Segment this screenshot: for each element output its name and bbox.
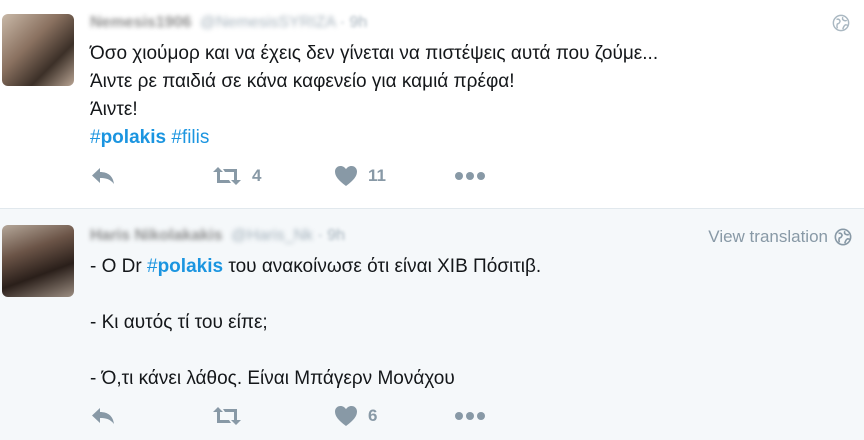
globe-icon bbox=[834, 228, 852, 246]
tweet-text: Όσο χιούμορ και να έχεις δεν γίνεται να … bbox=[90, 40, 658, 152]
username[interactable]: @Haris_Nk bbox=[231, 227, 313, 244]
retweet-button[interactable]: 4 bbox=[212, 166, 334, 186]
reply-button[interactable] bbox=[90, 406, 212, 426]
heart-icon bbox=[335, 406, 357, 426]
separator-dot: · bbox=[317, 227, 323, 244]
reply-button[interactable] bbox=[90, 166, 212, 186]
view-translation-label: View translation bbox=[708, 227, 828, 246]
like-count: 6 bbox=[368, 406, 378, 425]
retweet-button[interactable] bbox=[212, 406, 334, 426]
more-button[interactable] bbox=[454, 411, 486, 421]
avatar[interactable] bbox=[2, 14, 74, 86]
retweet-count: 4 bbox=[252, 166, 262, 185]
like-button[interactable]: 6 bbox=[334, 405, 454, 427]
avatar[interactable] bbox=[2, 225, 74, 297]
retweet-icon bbox=[213, 407, 241, 425]
tweet-actions: 6 bbox=[90, 405, 486, 427]
timestamp[interactable]: 9h bbox=[327, 227, 345, 244]
like-button[interactable]: 11 bbox=[334, 165, 454, 187]
reply-icon bbox=[92, 168, 114, 184]
tweet-actions: 4 11 bbox=[90, 165, 486, 187]
tweet-text-line: Άιντε! bbox=[90, 99, 138, 120]
hashtag-link[interactable]: #filis bbox=[171, 127, 209, 148]
fullname[interactable]: Haris Nikolakakis bbox=[90, 227, 223, 244]
tweet-text-line: Άιντε ρε παιδιά σε κάνα καφενείο για καμ… bbox=[90, 71, 515, 92]
separator-dot: · bbox=[339, 14, 346, 31]
globe-icon bbox=[832, 14, 850, 32]
more-button[interactable] bbox=[454, 171, 486, 181]
more-dots-icon bbox=[455, 412, 485, 420]
tweet[interactable]: Nemesis1906 @NemesisSYRIZA · 9h Όσο χιού… bbox=[0, 0, 864, 208]
fullname[interactable]: Nemesis1906 bbox=[90, 14, 191, 31]
tweet-text-line: Όσο χιούμορ και να έχεις δεν γίνεται να … bbox=[90, 43, 659, 64]
retweet-icon bbox=[213, 167, 241, 185]
view-translation-link[interactable]: View translation bbox=[708, 227, 852, 247]
tweet-text-line: - Ό,τι κάνει λάθος. Είναι Μπάγερν Μονάχο… bbox=[90, 368, 455, 389]
more-dots-icon bbox=[455, 172, 485, 180]
hashtag-link[interactable]: #polakis bbox=[147, 256, 223, 277]
heart-icon bbox=[335, 166, 357, 186]
tweet[interactable]: Haris Nikolakakis @Haris_Nk · 9h View tr… bbox=[0, 208, 864, 440]
timestamp[interactable]: 9h bbox=[350, 14, 368, 31]
hashtag-link[interactable]: #polakis bbox=[90, 127, 166, 148]
like-count: 11 bbox=[368, 166, 386, 185]
tweet-header: Nemesis1906 @NemesisSYRIZA · 9h bbox=[90, 14, 367, 32]
username[interactable]: @NemesisSYRIZA bbox=[200, 14, 335, 31]
reply-icon bbox=[92, 408, 114, 424]
tweet-text: - Ο Dr #polakis του ανακοίνωσε ότι είναι… bbox=[90, 253, 541, 393]
tweet-text-line: - Κι αυτός τί του είπε; bbox=[90, 312, 268, 333]
tweet-text-line: - Ο Dr #polakis του ανακοίνωσε ότι είναι… bbox=[90, 256, 542, 277]
tweet-header: Haris Nikolakakis @Haris_Nk · 9h bbox=[90, 227, 345, 245]
